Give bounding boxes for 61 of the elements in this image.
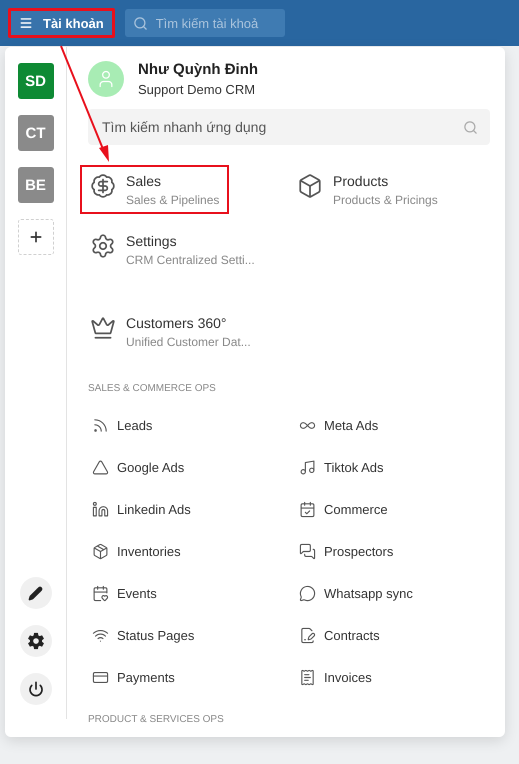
pencil-icon [28, 586, 43, 600]
app-link[interactable]: Google Ads [92, 455, 184, 479]
featured-app-tile[interactable]: Customers 360° Unified Customer Dat... [80, 307, 261, 356]
app-title: Settings [126, 233, 178, 249]
app-title: Customers 360° [126, 315, 228, 331]
organization-name: Support Demo CRM [138, 82, 256, 97]
box-icon [297, 173, 323, 199]
account-search-field[interactable]: Tìm kiếm tài khoả [124, 9, 285, 37]
gear-icon [90, 233, 116, 259]
search-icon [463, 120, 478, 134]
document-pen-icon [299, 626, 316, 644]
app-title: Products [333, 173, 390, 189]
app-link[interactable]: Contracts [299, 623, 380, 647]
section-heading: SALES & COMMERCE OPS [88, 383, 217, 394]
section-heading: PRODUCT & SERVICES OPS [88, 714, 225, 725]
app-subtitle: Sales & Pipelines [126, 193, 220, 207]
edit-button[interactable] [20, 577, 52, 609]
app-subtitle: CRM Centralized Setti... [126, 253, 255, 267]
settings-button[interactable] [20, 625, 52, 657]
gear-icon [26, 632, 44, 650]
app-search-field[interactable]: Tìm kiếm nhanh ứng dụng [88, 109, 490, 145]
app-subtitle: Products & Pricings [333, 193, 438, 207]
package-icon [92, 542, 109, 560]
menu-icon [19, 16, 33, 30]
account-search-input[interactable]: Tìm kiếm tài khoả [156, 16, 276, 30]
search-icon [132, 16, 148, 30]
app-link[interactable]: Commerce [299, 497, 388, 521]
logout-button[interactable] [20, 673, 52, 705]
app-link[interactable]: Inventories [92, 539, 181, 563]
workspace-tile[interactable]: SD [18, 63, 54, 99]
app-link[interactable]: Whatsapp sync [299, 581, 413, 605]
signal-waves-icon [92, 416, 109, 434]
featured-app-tile[interactable]: Settings CRM Centralized Setti... [80, 225, 265, 274]
app-subtitle: Unified Customer Dat... [126, 335, 251, 349]
app-link[interactable]: Prospectors [299, 539, 394, 563]
calendar-heart-icon [92, 584, 109, 602]
plus-icon [28, 229, 44, 245]
account-menu-button[interactable]: Tài khoản [8, 8, 115, 38]
app-link[interactable]: Linkedin Ads [92, 497, 191, 521]
receipt-icon [299, 668, 316, 686]
user-name: Như Quỳnh Đinh [138, 61, 258, 78]
music-note-icon [299, 458, 316, 476]
triangle-icon [92, 458, 109, 476]
app-title: Sales [126, 173, 162, 189]
app-link[interactable]: Payments [92, 665, 175, 689]
app-link[interactable]: Tiktok Ads [299, 455, 384, 479]
app-link[interactable]: Events [92, 581, 157, 605]
app-link[interactable]: Leads [92, 413, 152, 437]
crown-icon [90, 315, 116, 341]
featured-app-tile[interactable]: Sales Sales & Pipelines [80, 165, 230, 214]
app-link[interactable]: Status Pages [92, 623, 194, 647]
app-link[interactable]: Invoices [299, 665, 372, 689]
chat-bubbles-icon [299, 542, 316, 560]
app-search-input[interactable]: Tìm kiếm nhanh ứng dụng [102, 119, 463, 135]
app-link[interactable]: Meta Ads [299, 413, 378, 437]
calendar-check-icon [299, 500, 316, 518]
dollar-badge-icon [90, 173, 116, 199]
featured-app-tile[interactable]: Products Products & Pricings [287, 165, 448, 214]
add-workspace-button[interactable] [18, 219, 54, 255]
power-icon [28, 681, 44, 697]
in-letters-icon [92, 500, 109, 518]
